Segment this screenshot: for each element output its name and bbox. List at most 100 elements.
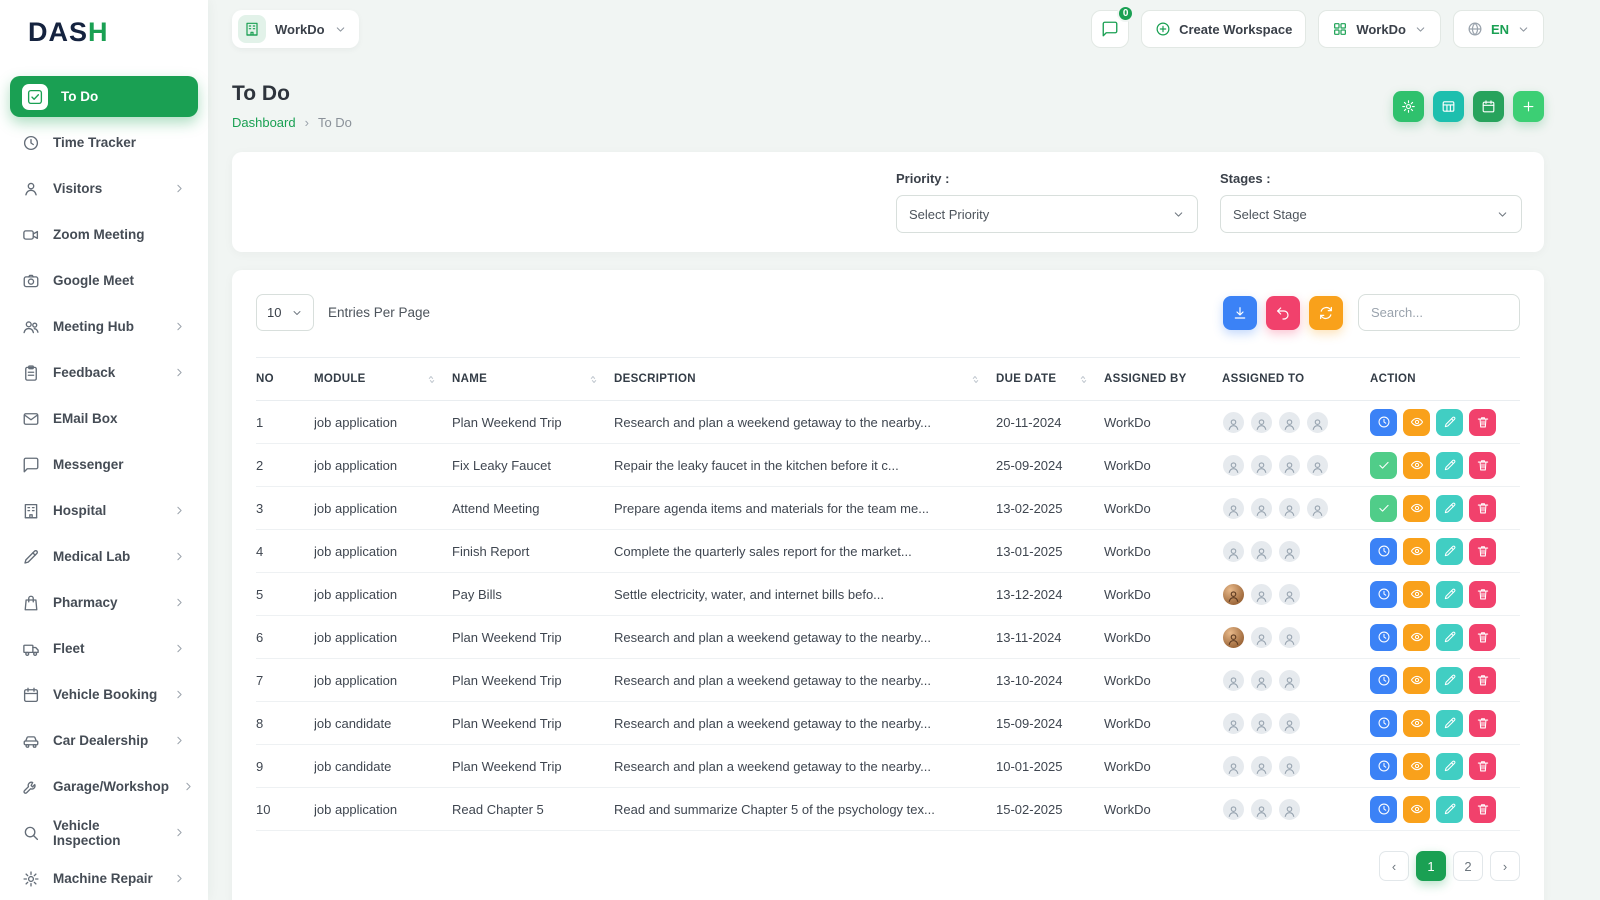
delete-button[interactable] <box>1469 710 1496 737</box>
delete-button[interactable] <box>1469 581 1496 608</box>
sidebar-item-pharmacy[interactable]: Pharmacy <box>10 582 198 623</box>
priority-select[interactable]: Select Priority <box>896 195 1198 233</box>
view-button[interactable] <box>1403 667 1430 694</box>
column-header-name[interactable]: NAME <box>452 373 614 386</box>
delete-button[interactable] <box>1469 667 1496 694</box>
edit-button[interactable] <box>1436 667 1463 694</box>
edit-button[interactable] <box>1436 624 1463 651</box>
delete-button[interactable] <box>1469 624 1496 651</box>
sort-icon[interactable] <box>969 373 982 386</box>
table-row: 3 job application Attend Meeting Prepare… <box>256 487 1520 530</box>
view-button[interactable] <box>1403 753 1430 780</box>
sort-icon[interactable] <box>425 373 438 386</box>
sidebar-item-medical-lab[interactable]: Medical Lab <box>10 536 198 577</box>
edit-button[interactable] <box>1436 538 1463 565</box>
avatar <box>1278 454 1301 477</box>
reset-button[interactable] <box>1266 296 1300 330</box>
pagination-page-button[interactable]: 1 <box>1416 851 1446 881</box>
timer-button[interactable] <box>1370 710 1397 737</box>
delete-button[interactable] <box>1469 538 1496 565</box>
delete-button[interactable] <box>1469 409 1496 436</box>
pencil-icon <box>1443 458 1457 472</box>
refresh-button[interactable] <box>1309 296 1343 330</box>
edit-button[interactable] <box>1436 710 1463 737</box>
calendar-view-button[interactable] <box>1473 91 1504 122</box>
sidebar-item-car-dealership[interactable]: Car Dealership <box>10 720 198 761</box>
sidebar-item-email-box[interactable]: EMail Box <box>10 398 198 439</box>
workspace-switcher[interactable]: WorkDo <box>232 10 359 48</box>
view-button[interactable] <box>1403 452 1430 479</box>
sidebar-item-time-tracker[interactable]: Time Tracker <box>10 122 198 163</box>
complete-button[interactable] <box>1370 452 1397 479</box>
view-button[interactable] <box>1403 409 1430 436</box>
sort-icon[interactable] <box>1077 373 1090 386</box>
delete-button[interactable] <box>1469 452 1496 479</box>
sidebar-item-google-meet[interactable]: Google Meet <box>10 260 198 301</box>
sidebar-item-feedback[interactable]: Feedback <box>10 352 198 393</box>
sidebar-item-visitors[interactable]: Visitors <box>10 168 198 209</box>
avatar <box>1278 497 1301 520</box>
chevron-right-icon <box>173 182 186 195</box>
edit-button[interactable] <box>1436 581 1463 608</box>
timer-button[interactable] <box>1370 409 1397 436</box>
sidebar-item-fleet[interactable]: Fleet <box>10 628 198 669</box>
sidebar-item-to-do[interactable]: To Do <box>10 76 198 117</box>
avatar <box>1250 540 1273 563</box>
timer-button[interactable] <box>1370 753 1397 780</box>
edit-button[interactable] <box>1436 753 1463 780</box>
sidebar-item-hospital[interactable]: Hospital <box>10 490 198 531</box>
entries-per-page-select[interactable]: 10 <box>256 294 314 331</box>
sidebar-item-vehicle-booking[interactable]: Vehicle Booking <box>10 674 198 715</box>
add-todo-button[interactable] <box>1513 91 1544 122</box>
export-button[interactable] <box>1223 296 1257 330</box>
grid-view-button[interactable] <box>1433 91 1464 122</box>
stage-select[interactable]: Select Stage <box>1220 195 1522 233</box>
create-workspace-button[interactable]: Create Workspace <box>1141 10 1306 48</box>
timer-button[interactable] <box>1370 667 1397 694</box>
row-actions <box>1370 452 1520 479</box>
sidebar-item-meeting-hub[interactable]: Meeting Hub <box>10 306 198 347</box>
chevron-right-icon <box>173 550 186 563</box>
timer-button[interactable] <box>1370 796 1397 823</box>
language-dropdown[interactable]: EN <box>1453 10 1544 48</box>
complete-button[interactable] <box>1370 495 1397 522</box>
timer-button[interactable] <box>1370 581 1397 608</box>
sidebar-item-label: Google Meet <box>53 273 134 288</box>
breadcrumb-dashboard-link[interactable]: Dashboard <box>232 115 296 130</box>
delete-button[interactable] <box>1469 796 1496 823</box>
pagination-prev-button[interactable]: ‹ <box>1379 851 1409 881</box>
column-header-due-date[interactable]: DUE DATE <box>996 373 1104 386</box>
view-button[interactable] <box>1403 538 1430 565</box>
sidebar-item-vehicle-inspection[interactable]: Vehicle Inspection <box>10 812 198 853</box>
edit-button[interactable] <box>1436 409 1463 436</box>
delete-button[interactable] <box>1469 495 1496 522</box>
trash-icon <box>1476 587 1490 601</box>
view-button[interactable] <box>1403 624 1430 651</box>
pagination-next-button[interactable]: › <box>1490 851 1520 881</box>
sidebar-item-zoom-meeting[interactable]: Zoom Meeting <box>10 214 198 255</box>
sidebar-item-garage-workshop[interactable]: Garage/Workshop <box>10 766 198 807</box>
chevron-down-icon <box>1172 208 1185 221</box>
view-button[interactable] <box>1403 710 1430 737</box>
view-button[interactable] <box>1403 581 1430 608</box>
timer-button[interactable] <box>1370 624 1397 651</box>
column-header-module[interactable]: MODULE <box>314 373 452 386</box>
sidebar-item-machine-repair[interactable]: Machine Repair <box>10 858 198 899</box>
view-button[interactable] <box>1403 495 1430 522</box>
sidebar-item-messenger[interactable]: Messenger <box>10 444 198 485</box>
column-header-description[interactable]: DESCRIPTION <box>614 373 996 386</box>
messages-button[interactable]: 0 <box>1091 10 1129 48</box>
search-input[interactable] <box>1358 294 1520 331</box>
timer-button[interactable] <box>1370 538 1397 565</box>
sort-icon[interactable] <box>587 373 600 386</box>
workspace-dropdown[interactable]: WorkDo <box>1318 10 1441 48</box>
pagination-page-button[interactable]: 2 <box>1453 851 1483 881</box>
delete-button[interactable] <box>1469 753 1496 780</box>
app-logo[interactable]: DASH <box>0 0 208 64</box>
edit-button[interactable] <box>1436 495 1463 522</box>
calendar-icon <box>1481 99 1496 114</box>
edit-button[interactable] <box>1436 452 1463 479</box>
edit-button[interactable] <box>1436 796 1463 823</box>
view-button[interactable] <box>1403 796 1430 823</box>
settings-button[interactable] <box>1393 91 1424 122</box>
